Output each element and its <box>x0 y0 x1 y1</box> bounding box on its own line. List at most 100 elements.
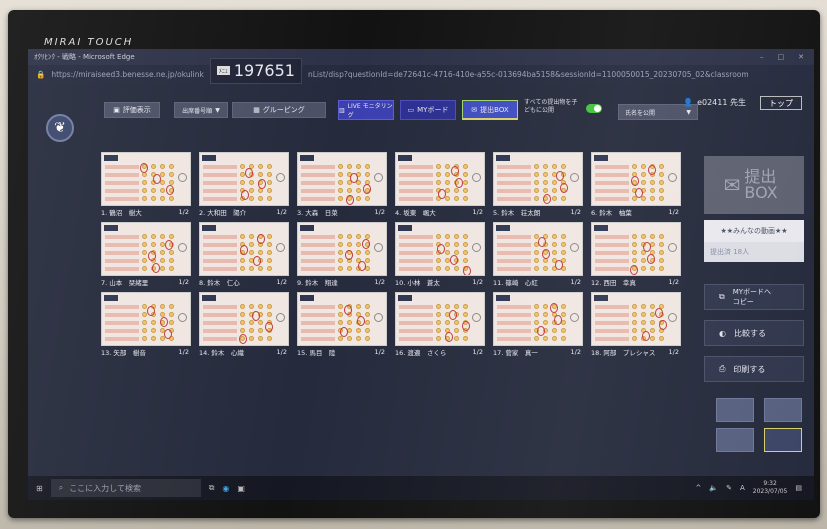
student-name: 8. 鈴木 仁心 <box>199 279 240 287</box>
browser-titlebar: ｵｸﾘﾋﾝｸ - 戦略 - Microsoft Edge – □ ✕ <box>28 49 814 65</box>
edge-icon[interactable]: ◉ <box>222 484 229 493</box>
publish-toggle[interactable] <box>586 104 602 113</box>
eval-display-button[interactable]: ▣ 評価表示 <box>104 102 160 118</box>
submission-card[interactable]: 17. 菅家 真一 1/2 <box>493 292 583 358</box>
minimize-icon[interactable]: – <box>760 53 764 61</box>
page-count: 1/2 <box>276 348 287 356</box>
page-count: 1/2 <box>374 278 385 286</box>
lock-icon: 🔒 <box>36 70 46 79</box>
submission-card[interactable]: 4. 坂東 颯大 1/2 <box>395 152 485 218</box>
page-count: 1/2 <box>570 278 581 286</box>
play-icon <box>472 173 481 182</box>
submission-card[interactable]: 2. 大和田 陽介 1/2 <box>199 152 289 218</box>
layout-4-button[interactable] <box>764 398 802 422</box>
play-icon <box>178 313 187 322</box>
submission-card[interactable]: 5. 鈴木 荘太朗 1/2 <box>493 152 583 218</box>
submission-thumbnail <box>101 292 191 346</box>
camera-app-icon[interactable]: ▣ <box>237 484 245 493</box>
question-id-popup: ﾒﾆｭ 197651 <box>209 57 302 84</box>
submission-card[interactable]: 12. 西田 幸真 1/2 <box>591 222 681 288</box>
app-logo-icon[interactable]: ❦ <box>46 114 74 142</box>
url-right: nList/disp?questionId=de72641c-4716-410e… <box>307 70 748 79</box>
window-title: ｵｸﾘﾋﾝｸ - 戦略 - Microsoft Edge <box>34 53 135 61</box>
submission-card[interactable]: 16. 渡邉 さくら 1/2 <box>395 292 485 358</box>
address-bar[interactable]: 🔒 https://miraiseed3.benesse.ne.jp/okuli… <box>28 57 814 84</box>
student-name: 11. 篠崎 心紅 <box>493 279 538 287</box>
url-left: https://miraiseed3.benesse.ne.jp/okulink <box>51 70 204 79</box>
ime-indicator[interactable]: A <box>740 484 745 492</box>
submission-thumbnail <box>395 292 485 346</box>
submission-card[interactable]: 6. 鈴木 柚葉 1/2 <box>591 152 681 218</box>
submission-card[interactable]: 14. 鈴木 心織 1/2 <box>199 292 289 358</box>
student-name: 9. 鈴木 翔達 <box>297 279 338 287</box>
submission-grid: 1. 鶴沼 樹大 1/2 2. 大和田 陽介 1/2 3. 大森 日菜 1/2 4. 坂東 … <box>101 152 691 362</box>
display-brand: MIRAI TOUCH <box>44 37 134 48</box>
page-count: 1/2 <box>472 208 483 216</box>
student-name: 1. 鶴沼 樹大 <box>101 209 142 217</box>
print-button[interactable]: ⎙ 印刷する <box>704 356 804 382</box>
pen-icon[interactable]: ✎ <box>726 484 732 492</box>
clock[interactable]: 9:32 2023/07/05 <box>753 480 788 496</box>
chevron-up-icon[interactable]: ^ <box>696 484 702 492</box>
submission-card[interactable]: 8. 鈴木 仁心 1/2 <box>199 222 289 288</box>
myboard-button[interactable]: ▭ MYボード <box>400 100 456 120</box>
submission-thumbnail <box>591 222 681 276</box>
grouping-button[interactable]: ▦ グルーピング <box>232 102 326 118</box>
play-icon <box>668 243 677 252</box>
submission-thumbnail <box>297 222 387 276</box>
play-icon <box>668 173 677 182</box>
submitted-count: 提出済 18人 <box>704 242 804 262</box>
play-icon <box>276 173 285 182</box>
photo-scene: MIRAI TOUCH ｵｸﾘﾋﾝｸ - 戦略 - Microsoft Edge… <box>0 0 827 529</box>
page-count: 1/2 <box>374 348 385 356</box>
screen: ｵｸﾘﾋﾝｸ - 戦略 - Microsoft Edge – □ ✕ 🔒 htt… <box>28 49 814 500</box>
maximize-icon[interactable]: □ <box>778 53 785 61</box>
board-icon: ▭ <box>407 106 415 114</box>
copy-board-icon: ⧉ <box>719 292 725 301</box>
submission-card[interactable]: 1. 鶴沼 樹大 1/2 <box>101 152 191 218</box>
submission-card[interactable]: 9. 鈴木 翔達 1/2 <box>297 222 387 288</box>
submission-card[interactable]: 11. 篠崎 心紅 1/2 <box>493 222 583 288</box>
windows-start-icon[interactable]: ⊞ <box>36 484 43 493</box>
student-name: 7. 山本 栞緒里 <box>101 279 149 287</box>
submission-card[interactable]: 18. 阿部 プレシャス 1/2 <box>591 292 681 358</box>
compare-icon: ◐ <box>719 328 726 338</box>
question-tag: ﾒﾆｭ <box>216 66 230 75</box>
submission-thumbnail <box>493 292 583 346</box>
inbox-icon: ✉ <box>723 173 741 197</box>
app-area: ❦ ▣ 評価表示 出席番号順 ▼ ▦ グルーピング ▥ LIVE モニタリング … <box>28 84 814 476</box>
page-count: 1/2 <box>668 348 679 356</box>
layout-1-button[interactable] <box>716 398 754 422</box>
copy-to-myboard-button[interactable]: ⧉ MYボードへ コピー <box>704 284 804 310</box>
play-icon <box>276 243 285 252</box>
layout-many-button[interactable] <box>764 428 802 452</box>
layout-9-button[interactable] <box>716 428 754 452</box>
task-view-icon[interactable]: ⧉ <box>209 483 215 493</box>
student-name: 18. 阿部 プレシャス <box>591 349 656 357</box>
submit-box-panel: ✉ 提出 BOX <box>704 156 804 214</box>
top-button[interactable]: トップ <box>760 96 802 110</box>
submission-card[interactable]: 3. 大森 日菜 1/2 <box>297 152 387 218</box>
submission-card[interactable]: 7. 山本 栞緒里 1/2 <box>101 222 191 288</box>
submission-card[interactable]: 15. 馬目 陸 1/2 <box>297 292 387 358</box>
submit-box-tab[interactable]: ✉ 提出BOX <box>462 100 518 120</box>
taskbar-search[interactable]: ⌕ ここに入力して検索 <box>50 479 201 497</box>
window-controls: – □ ✕ <box>760 53 814 61</box>
submission-card[interactable]: 10. 小林 蒼太 1/2 <box>395 222 485 288</box>
student-name: 6. 鈴木 柚葉 <box>591 209 632 217</box>
page-count: 1/2 <box>472 348 483 356</box>
submission-thumbnail <box>493 222 583 276</box>
monitor-grid-icon: ▥ <box>339 106 345 114</box>
question-id: 197651 <box>233 61 295 80</box>
notification-icon[interactable]: ▤ <box>795 484 802 492</box>
speaker-icon[interactable]: 🔈 <box>709 484 718 492</box>
order-select[interactable]: 出席番号順 ▼ <box>174 102 228 118</box>
close-icon[interactable]: ✕ <box>798 53 804 61</box>
user-info: 👤 e02411 先生 <box>683 98 746 107</box>
compare-button[interactable]: ◐ 比較する <box>704 320 804 346</box>
submission-thumbnail <box>395 222 485 276</box>
shared-movie-label[interactable]: ★★みんなの動画★★ <box>704 220 804 242</box>
submission-card[interactable]: 13. 矢部 樹音 1/2 <box>101 292 191 358</box>
page-count: 1/2 <box>374 208 385 216</box>
live-monitoring-button[interactable]: ▥ LIVE モニタリング <box>338 100 394 120</box>
